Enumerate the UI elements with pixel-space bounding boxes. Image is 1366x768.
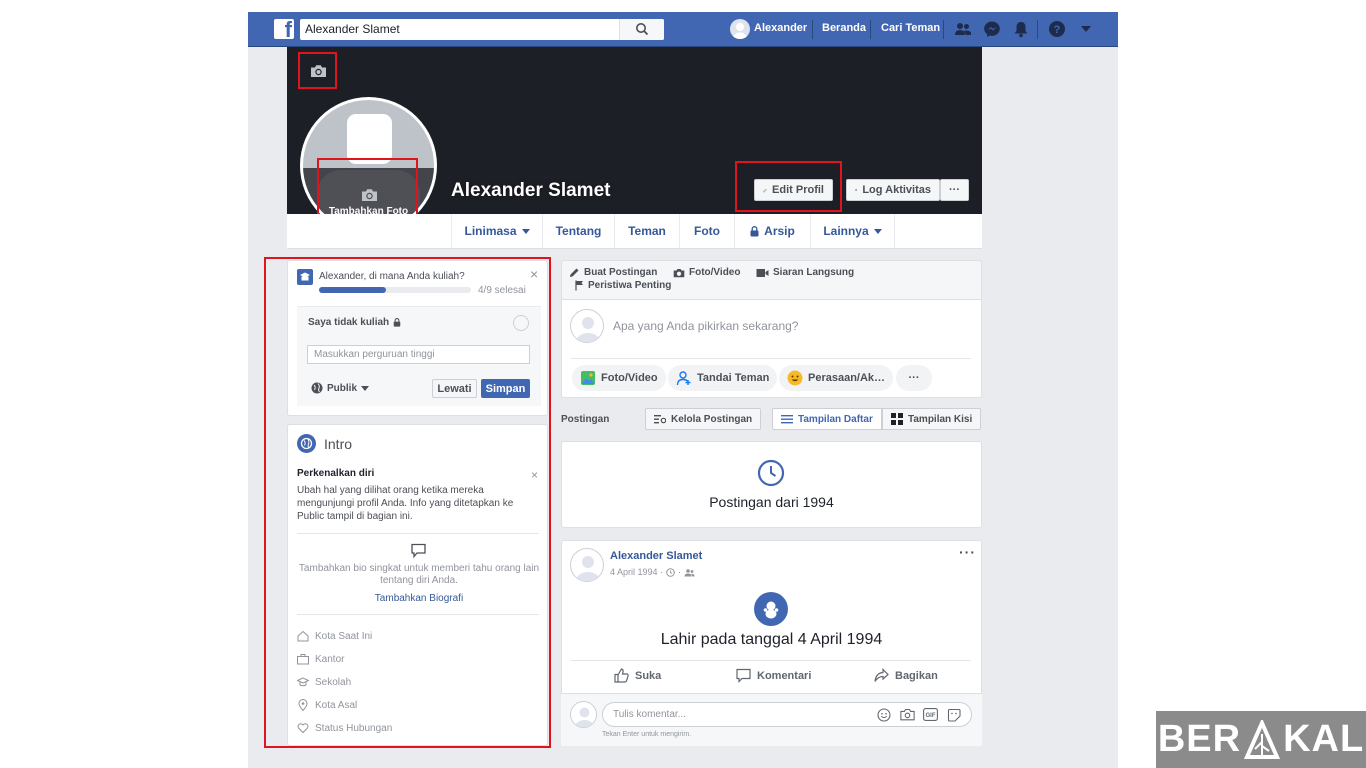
clock-icon bbox=[666, 567, 675, 577]
smiley-icon bbox=[787, 370, 803, 386]
grid-view-button[interactable]: Tampilan Kisi bbox=[882, 408, 982, 430]
chevron-down-icon bbox=[521, 228, 530, 234]
share-button[interactable]: Bagikan bbox=[874, 668, 938, 683]
avatar[interactable] bbox=[570, 548, 604, 582]
search-input[interactable]: Alexander Slamet bbox=[305, 22, 400, 36]
chevron-down-icon bbox=[873, 228, 882, 234]
comment-placeholder: Tulis komentar... bbox=[613, 709, 686, 720]
more-actions-button[interactable]: ··· bbox=[896, 365, 932, 391]
gif-icon[interactable]: GIF bbox=[923, 708, 938, 721]
facebook-logo-icon[interactable]: f bbox=[274, 19, 294, 39]
divider bbox=[943, 20, 944, 39]
life-event-title: Lahir pada tanggal 4 April 1994 bbox=[660, 631, 883, 648]
baby-icon bbox=[754, 592, 788, 626]
tab-label: Teman bbox=[628, 224, 666, 238]
manage-posts-button[interactable]: Kelola Postingan bbox=[645, 408, 762, 430]
thumbs-up-icon bbox=[614, 668, 629, 683]
profile-tabs: Linimasa Tentang Teman Foto Arsip Lainny… bbox=[287, 214, 982, 249]
create-post-tab[interactable]: Buat Postingan bbox=[569, 267, 657, 278]
search-button[interactable] bbox=[619, 19, 664, 40]
emoji-icon[interactable] bbox=[877, 708, 891, 722]
search-icon bbox=[636, 23, 649, 36]
find-friends-link[interactable]: Cari Teman bbox=[881, 22, 940, 34]
comment-icon bbox=[736, 668, 751, 683]
tab-label: Tentang bbox=[555, 224, 602, 238]
tab-label: Arsip bbox=[764, 224, 795, 238]
activity-log-label: Log Aktivitas bbox=[862, 184, 931, 196]
camera-icon bbox=[673, 268, 685, 277]
dropdown-arrow-icon[interactable] bbox=[1081, 26, 1091, 32]
top-navigation-bar: f Alexander Slamet Alexander Beranda Car… bbox=[248, 12, 1118, 47]
photo-icon bbox=[581, 371, 595, 385]
leaf-icon bbox=[1243, 719, 1281, 759]
camera-icon[interactable] bbox=[900, 708, 915, 721]
live-video-tab[interactable]: Siaran Langsung bbox=[756, 267, 854, 278]
posts-label: Postingan bbox=[561, 414, 610, 425]
tab-label: Lainnya bbox=[823, 224, 869, 238]
tab-label: Linimasa bbox=[464, 224, 517, 238]
comment-button[interactable]: Komentari bbox=[736, 668, 811, 683]
tab-lainnya[interactable]: Lainnya bbox=[810, 214, 895, 248]
user-avatar[interactable] bbox=[730, 19, 750, 39]
life-event-tab[interactable]: Peristiwa Penting bbox=[575, 280, 671, 291]
more-options-button[interactable]: ··· bbox=[940, 179, 969, 201]
tab-linimasa[interactable]: Linimasa bbox=[451, 214, 542, 248]
composer-input[interactable]: Apa yang Anda pikirkan sekarang? bbox=[613, 319, 798, 333]
post-meta: 4 April 1994 · · bbox=[610, 567, 695, 577]
tag-friends-button[interactable]: Tandai Teman bbox=[668, 365, 778, 391]
svg-text:?: ? bbox=[1054, 24, 1061, 36]
tab-tentang[interactable]: Tentang bbox=[542, 214, 614, 248]
friends-icon[interactable] bbox=[954, 20, 972, 38]
divider bbox=[571, 660, 971, 661]
divider bbox=[1037, 20, 1038, 39]
highlight-box bbox=[735, 161, 842, 212]
feeling-activity-button[interactable]: Perasaan/Ak… bbox=[779, 365, 894, 391]
divider bbox=[870, 20, 871, 39]
divider bbox=[571, 358, 971, 359]
video-camera-icon bbox=[756, 268, 769, 277]
year-heading: Postingan dari 1994 bbox=[709, 494, 834, 510]
like-button[interactable]: Suka bbox=[614, 668, 661, 683]
search-box[interactable]: Alexander Slamet bbox=[300, 19, 664, 40]
highlight-box bbox=[298, 52, 337, 89]
tag-friends-icon bbox=[676, 371, 691, 386]
settings-list-icon bbox=[654, 415, 666, 424]
avatar bbox=[570, 309, 604, 343]
list-view-button[interactable]: Tampilan Daftar bbox=[772, 408, 882, 430]
post-date[interactable]: 4 April 1994 · bbox=[610, 567, 663, 577]
post-options-icon[interactable]: ··· bbox=[959, 544, 976, 560]
tab-teman[interactable]: Teman bbox=[614, 214, 679, 248]
home-link[interactable]: Beranda bbox=[822, 22, 866, 34]
svg-text:GIF: GIF bbox=[926, 713, 936, 719]
post-author[interactable]: Alexander Slamet bbox=[610, 550, 702, 562]
profile-name: Alexander Slamet bbox=[451, 180, 611, 201]
highlight-box bbox=[264, 257, 551, 748]
tab-foto[interactable]: Foto bbox=[679, 214, 734, 248]
clock-icon bbox=[757, 459, 785, 487]
photo-video-tab[interactable]: Foto/Video bbox=[673, 267, 740, 278]
avatar bbox=[570, 701, 597, 728]
comment-input[interactable]: Tulis komentar... GIF bbox=[602, 702, 972, 727]
friends-icon bbox=[684, 568, 695, 576]
pencil-icon bbox=[570, 268, 579, 277]
lock-icon bbox=[750, 225, 759, 236]
share-icon bbox=[874, 668, 889, 682]
watermark-logo: BER KAL bbox=[1156, 711, 1366, 768]
list-icon bbox=[855, 189, 858, 191]
sticker-icon[interactable] bbox=[947, 708, 961, 722]
activity-log-button[interactable]: Log Aktivitas bbox=[846, 179, 940, 201]
help-icon[interactable]: ? bbox=[1048, 20, 1066, 38]
flag-icon bbox=[575, 280, 583, 291]
enter-hint: Tekan Enter untuk mengirim. bbox=[602, 731, 692, 738]
messenger-icon[interactable] bbox=[983, 20, 1001, 38]
list-icon bbox=[781, 415, 793, 424]
photo-video-button[interactable]: Foto/Video bbox=[572, 365, 666, 391]
tab-label: Foto bbox=[694, 224, 720, 238]
notifications-icon[interactable] bbox=[1012, 20, 1030, 38]
grid-icon bbox=[891, 413, 903, 425]
divider bbox=[812, 20, 813, 39]
tab-arsip[interactable]: Arsip bbox=[734, 214, 810, 248]
profile-link[interactable]: Alexander bbox=[754, 22, 807, 34]
